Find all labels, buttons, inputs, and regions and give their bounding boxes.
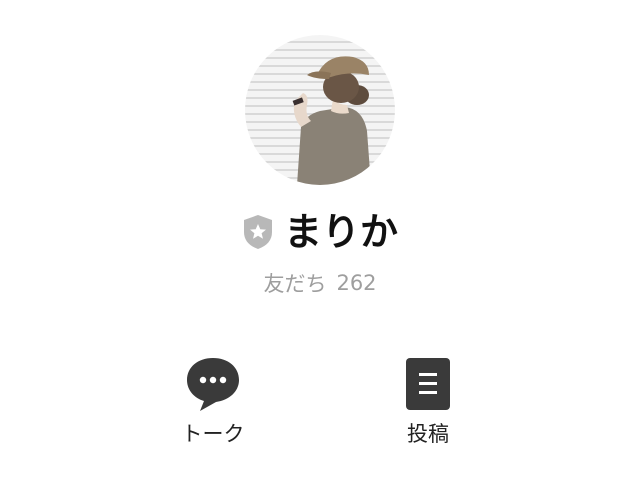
shield-star-icon	[242, 214, 274, 250]
profile-avatar[interactable]	[245, 35, 395, 185]
posts-label: 投稿	[407, 422, 449, 446]
friends-count: 262	[336, 271, 377, 295]
talk-button[interactable]: トーク	[153, 354, 273, 454]
speech-bubble-icon	[183, 354, 243, 414]
profile-name: まりか	[283, 210, 398, 254]
avatar-photo	[292, 56, 371, 185]
posts-button[interactable]: 投稿	[368, 354, 488, 454]
friends-count-row: 友だち 262	[0, 268, 640, 298]
profile-name-row: まりか	[0, 205, 640, 259]
friends-label: 友だち	[263, 272, 327, 296]
talk-label: トーク	[181, 422, 245, 446]
document-icon	[398, 354, 458, 414]
